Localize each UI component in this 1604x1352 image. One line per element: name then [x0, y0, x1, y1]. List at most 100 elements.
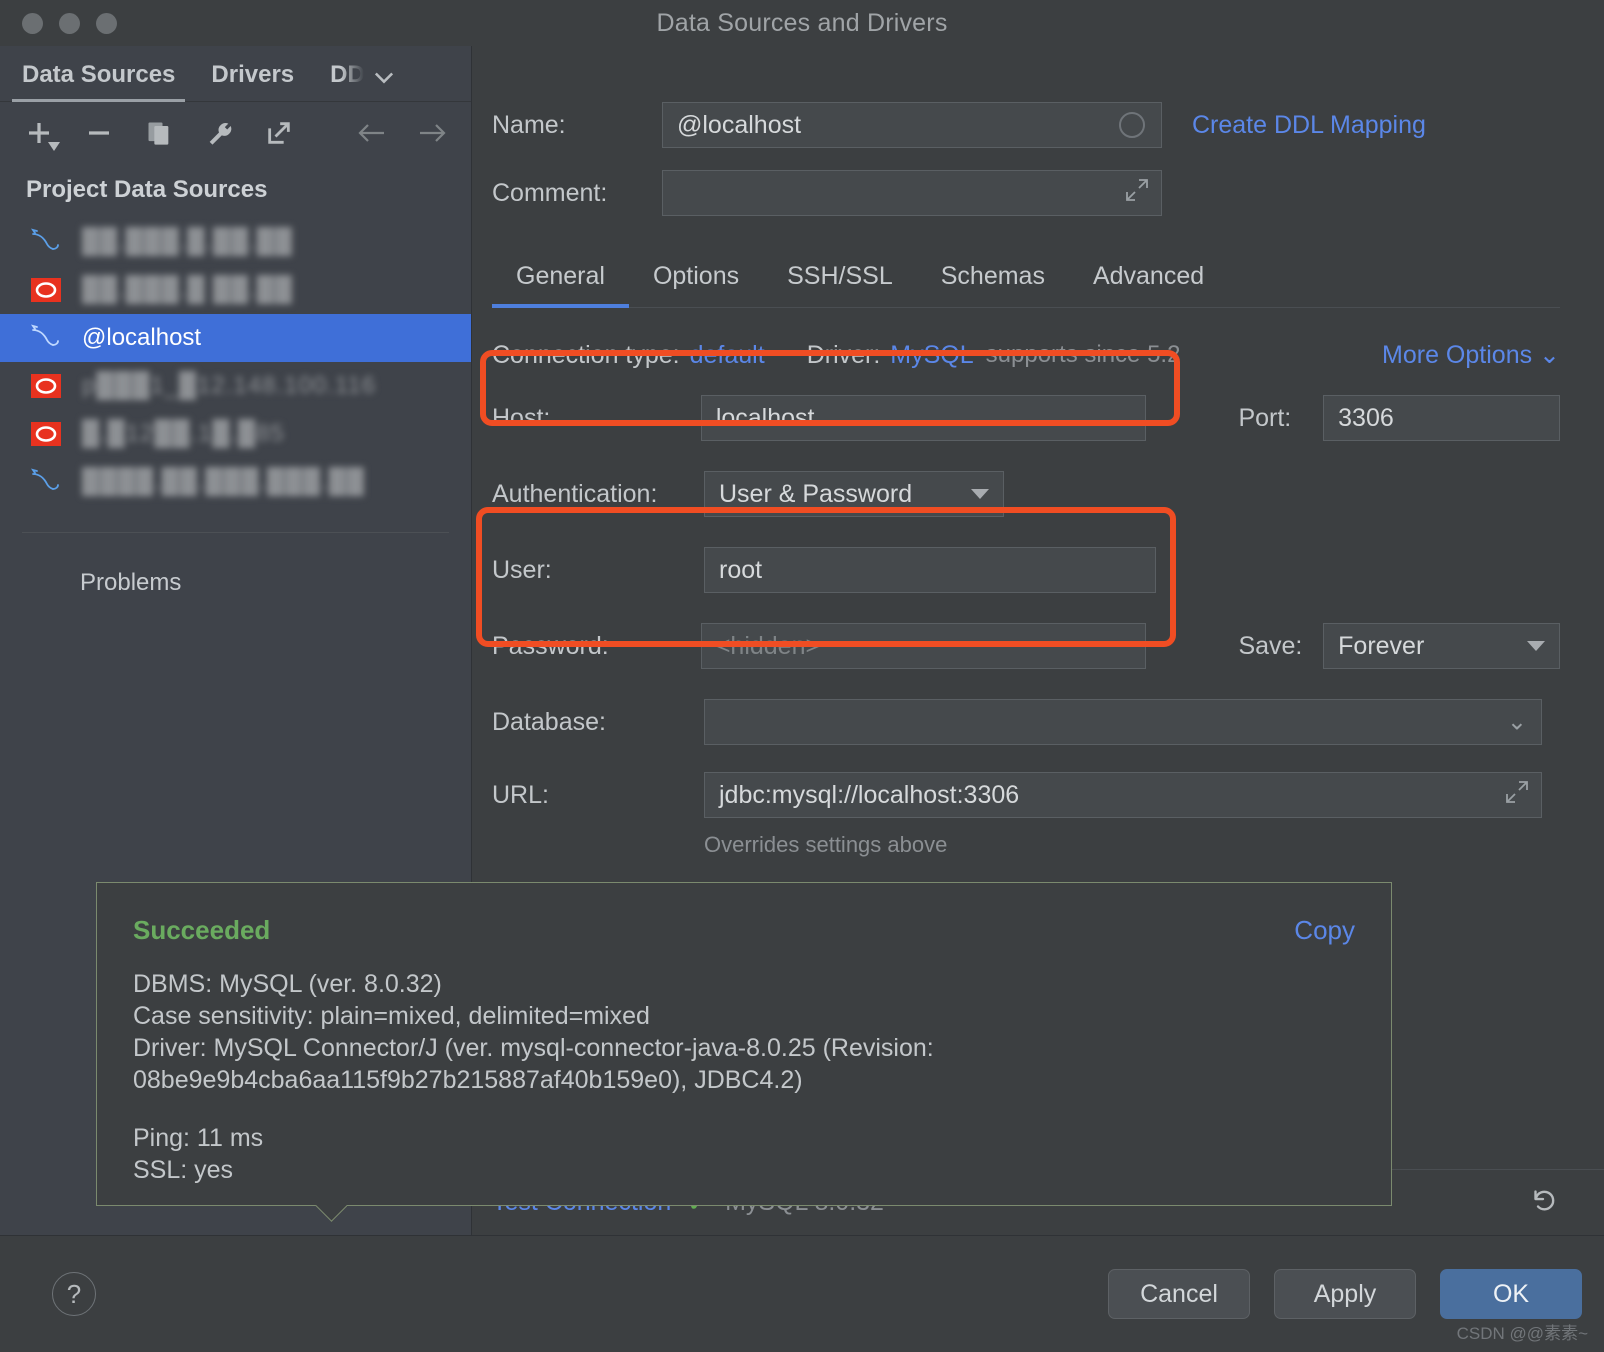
ok-button[interactable]: OK: [1440, 1269, 1582, 1319]
list-item[interactable]: p███1_█12.148.100.116: [0, 362, 471, 410]
more-options-button[interactable]: More Options ⌄: [1382, 340, 1560, 370]
arrow-left-icon[interactable]: [355, 116, 389, 150]
tooltip-line: DBMS: MySQL (ver. 8.0.32): [133, 970, 442, 998]
port-input[interactable]: 3306: [1323, 395, 1560, 441]
data-source-list: ██.███.█.██.██ ██.███.█ ██.██ @localhost…: [0, 218, 471, 506]
comment-label: Comment:: [492, 178, 608, 207]
create-ddl-mapping-link[interactable]: Create DDL Mapping: [1192, 111, 1426, 140]
user-input[interactable]: root: [704, 547, 1156, 593]
password-label: Password:: [492, 631, 609, 660]
authentication-value: User & Password: [719, 479, 913, 508]
list-item[interactable]: ██.███.█.██.██: [0, 218, 471, 266]
tooltip-header: Succeeded Copy: [133, 915, 1355, 946]
caret-down-icon: [971, 489, 989, 499]
tooltip-ping: Ping: 11 ms: [133, 1124, 264, 1152]
url-label: URL:: [492, 780, 549, 809]
plus-icon[interactable]: [22, 116, 60, 151]
list-item[interactable]: ████.██.███.███.██: [0, 458, 471, 506]
oracle-icon: [28, 417, 64, 451]
external-link-icon[interactable]: [262, 116, 296, 150]
sidebar-item-localhost[interactable]: @localhost: [0, 314, 471, 362]
tab-ddl[interactable]: DDL: [312, 53, 364, 101]
tooltip-arrow: [315, 1205, 347, 1222]
authentication-row: Authentication: User & Password: [492, 456, 1560, 532]
sidebar-tabs: Data Sources Drivers DDL: [0, 46, 471, 102]
list-item-label: @localhost: [82, 324, 202, 351]
connection-type-value[interactable]: default: [690, 341, 765, 370]
settings-form: Name: @localhost Create DDL Mapping Comm…: [472, 46, 1604, 858]
database-row: Database: ⌄: [492, 684, 1560, 760]
apply-button[interactable]: Apply: [1274, 1269, 1416, 1319]
tab-data-sources[interactable]: Data Sources: [4, 53, 193, 102]
name-label: Name:: [492, 110, 566, 139]
chevron-down-icon[interactable]: ⌄: [1507, 708, 1527, 737]
color-circle-icon[interactable]: [1119, 112, 1145, 138]
database-input[interactable]: ⌄: [704, 699, 1542, 745]
mysql-icon: [28, 321, 64, 355]
password-row: Password: <hidden> Save: Forever: [492, 608, 1560, 684]
user-row: User: root: [492, 532, 1560, 608]
user-label: User:: [492, 555, 552, 584]
tooltip-ssl: SSL: yes: [133, 1156, 234, 1184]
chevron-down-icon: ⌄: [1539, 341, 1560, 369]
cancel-button[interactable]: Cancel: [1108, 1269, 1250, 1319]
list-item-label: ██.███.█.██.██: [82, 228, 293, 255]
list-item-label: █.█12██.1█.█85: [82, 420, 285, 447]
mysql-icon: [28, 225, 64, 259]
name-input[interactable]: @localhost: [662, 102, 1162, 148]
sidebar-toolbar: [0, 102, 471, 164]
list-item[interactable]: █.█12██.1█.█85: [0, 410, 471, 458]
window-titlebar: Data Sources and Drivers: [0, 0, 1604, 46]
tab-schemas[interactable]: Schemas: [917, 258, 1069, 307]
port-input-value: 3306: [1338, 403, 1394, 432]
save-select[interactable]: Forever: [1323, 623, 1560, 669]
tab-ssh-ssl[interactable]: SSH/SSL: [763, 258, 917, 307]
host-input[interactable]: localhost: [700, 395, 1147, 441]
oracle-icon: [28, 273, 64, 307]
connection-type-label: Connection type:: [492, 340, 680, 369]
comment-input[interactable]: [662, 170, 1162, 216]
authentication-label: Authentication:: [492, 479, 658, 508]
name-input-value: @localhost: [677, 110, 802, 139]
minus-icon[interactable]: [82, 116, 116, 150]
authentication-select[interactable]: User & Password: [704, 471, 1004, 517]
mysql-icon: [28, 465, 64, 499]
list-item-label: ██.███.█ ██.██: [82, 276, 293, 303]
url-input[interactable]: jdbc:mysql://localhost:3306: [704, 772, 1542, 818]
save-label: Save:: [1238, 631, 1303, 660]
url-hint: Overrides settings above: [704, 832, 948, 857]
chevron-down-icon[interactable]: [370, 63, 398, 91]
copy-icon[interactable]: [142, 116, 176, 150]
list-item[interactable]: ██.███.█ ██.██: [0, 266, 471, 314]
oracle-icon: [28, 369, 64, 403]
help-button[interactable]: ?: [52, 1272, 96, 1316]
list-item-label: ████.██.███.███.██: [82, 468, 365, 495]
tab-general[interactable]: General: [492, 258, 629, 308]
expand-icon[interactable]: [1505, 780, 1529, 810]
driver-value[interactable]: MySQL: [890, 341, 973, 370]
tab-options[interactable]: Options: [629, 258, 763, 307]
driver-note: supports since 5.2: [985, 341, 1181, 368]
arrow-right-icon[interactable]: [415, 116, 449, 150]
url-input-value: jdbc:mysql://localhost:3306: [719, 780, 1020, 809]
status-badge: Succeeded: [133, 915, 271, 945]
comment-row: Comment:: [492, 170, 1560, 216]
copy-button[interactable]: Copy: [1294, 915, 1355, 946]
wrench-icon[interactable]: [202, 116, 236, 150]
host-label: Host:: [492, 403, 551, 432]
user-input-value: root: [719, 555, 763, 584]
data-sources-dialog: Data Sources and Drivers Data Sources Dr…: [0, 0, 1604, 1352]
host-row: Host: localhost Port: 3306: [492, 380, 1560, 456]
tooltip-line: 08be9e9b4cba6aa115f9b27b215887af40b159e0…: [133, 1066, 803, 1094]
tab-advanced[interactable]: Advanced: [1069, 258, 1228, 307]
connection-info-row: Connection type: default Driver: MySQL s…: [492, 340, 1560, 370]
problems-section-label: Problems: [80, 569, 182, 596]
tab-drivers[interactable]: Drivers: [193, 53, 312, 101]
expand-icon[interactable]: [1125, 178, 1149, 208]
revert-icon[interactable]: [1526, 1184, 1560, 1222]
url-row: URL: jdbc:mysql://localhost:3306: [492, 760, 1560, 830]
connection-fields: Host: localhost Port: 3306 Authenticatio…: [492, 380, 1560, 858]
password-input[interactable]: <hidden>: [700, 623, 1147, 669]
password-placeholder: <hidden>: [715, 631, 821, 660]
test-connection-tooltip: Succeeded Copy DBMS: MySQL (ver. 8.0.32)…: [96, 882, 1392, 1206]
